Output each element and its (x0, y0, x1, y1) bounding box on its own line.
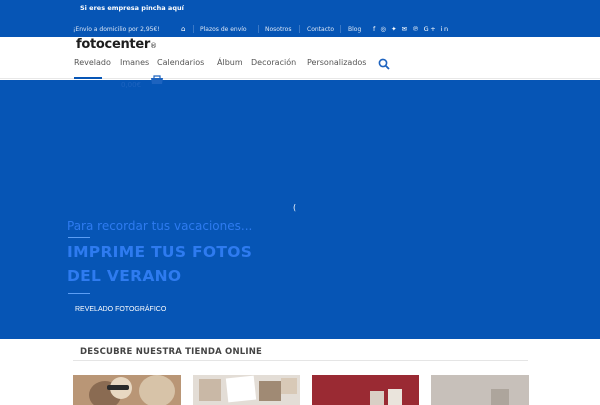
search-icon[interactable] (378, 58, 390, 70)
store-section-title: DESCUBRE NUESTRA TIENDA ONLINE (80, 347, 263, 357)
store-section: DESCUBRE NUESTRA TIENDA ONLINE (0, 339, 600, 405)
nav-calendarios[interactable]: Calendarios (157, 58, 204, 67)
info-bar: ¡Envío a domicilio por 2,95€! ⌂ Plazos d… (0, 20, 600, 37)
divider (340, 25, 341, 33)
category-image-decoracion[interactable] (312, 375, 419, 405)
logo-mark: ® (149, 42, 157, 50)
shipping-notice: ¡Envío a domicilio por 2,95€! (73, 26, 160, 33)
hero-subtitle: Para recordar tus vacaciones... (67, 219, 253, 233)
hero-banner (0, 80, 600, 339)
business-promo-link[interactable]: Si eres empresa pincha aquí (80, 4, 184, 12)
divider (193, 25, 194, 33)
link-blog[interactable]: Blog (348, 26, 361, 33)
divider (299, 25, 300, 33)
section-divider (73, 360, 528, 361)
nav-revelado[interactable]: Revelado (74, 58, 111, 67)
category-image-imanes[interactable] (193, 375, 300, 405)
hero-title-line1: IMPRIME TUS FOTOS (67, 243, 253, 261)
link-shipping-times[interactable]: Plazos de envío (200, 26, 247, 33)
hero-divider (68, 293, 90, 294)
nav-personalizados[interactable]: Personalizados (307, 58, 366, 67)
nav-active-indicator (74, 77, 102, 79)
social-icons[interactable]: f ◎ ✦ ✉ ℗ G+ in (373, 25, 450, 33)
divider (258, 25, 259, 33)
cart-total[interactable]: 0,00€ (121, 81, 141, 89)
main-header: fotocenter® Revelado Imanes Calendarios … (0, 37, 600, 79)
nav-imanes[interactable]: Imanes (120, 58, 149, 67)
category-image-revelado[interactable] (73, 375, 181, 405)
revelado-cta-button[interactable]: REVELADO FOTOGRÁFICO (67, 303, 174, 316)
fotocenter-logo[interactable]: fotocenter® (76, 37, 157, 52)
home-icon[interactable]: ⌂ (181, 25, 185, 33)
top-promo-bar: Si eres empresa pincha aquí (0, 0, 600, 20)
category-image-personalizados[interactable] (431, 375, 529, 405)
cart-icon[interactable] (150, 75, 164, 85)
nav-decoracion[interactable]: Decoración (251, 58, 296, 67)
hero-divider (68, 237, 90, 238)
logo-text: fotocenter (76, 37, 150, 52)
slider-loader-icon: ( (293, 203, 297, 212)
link-contact[interactable]: Contacto (307, 26, 334, 33)
nav-album[interactable]: Álbum (217, 58, 243, 67)
link-about[interactable]: Nosotros (265, 26, 291, 33)
hero-title-line2: DEL VERANO (67, 267, 182, 285)
